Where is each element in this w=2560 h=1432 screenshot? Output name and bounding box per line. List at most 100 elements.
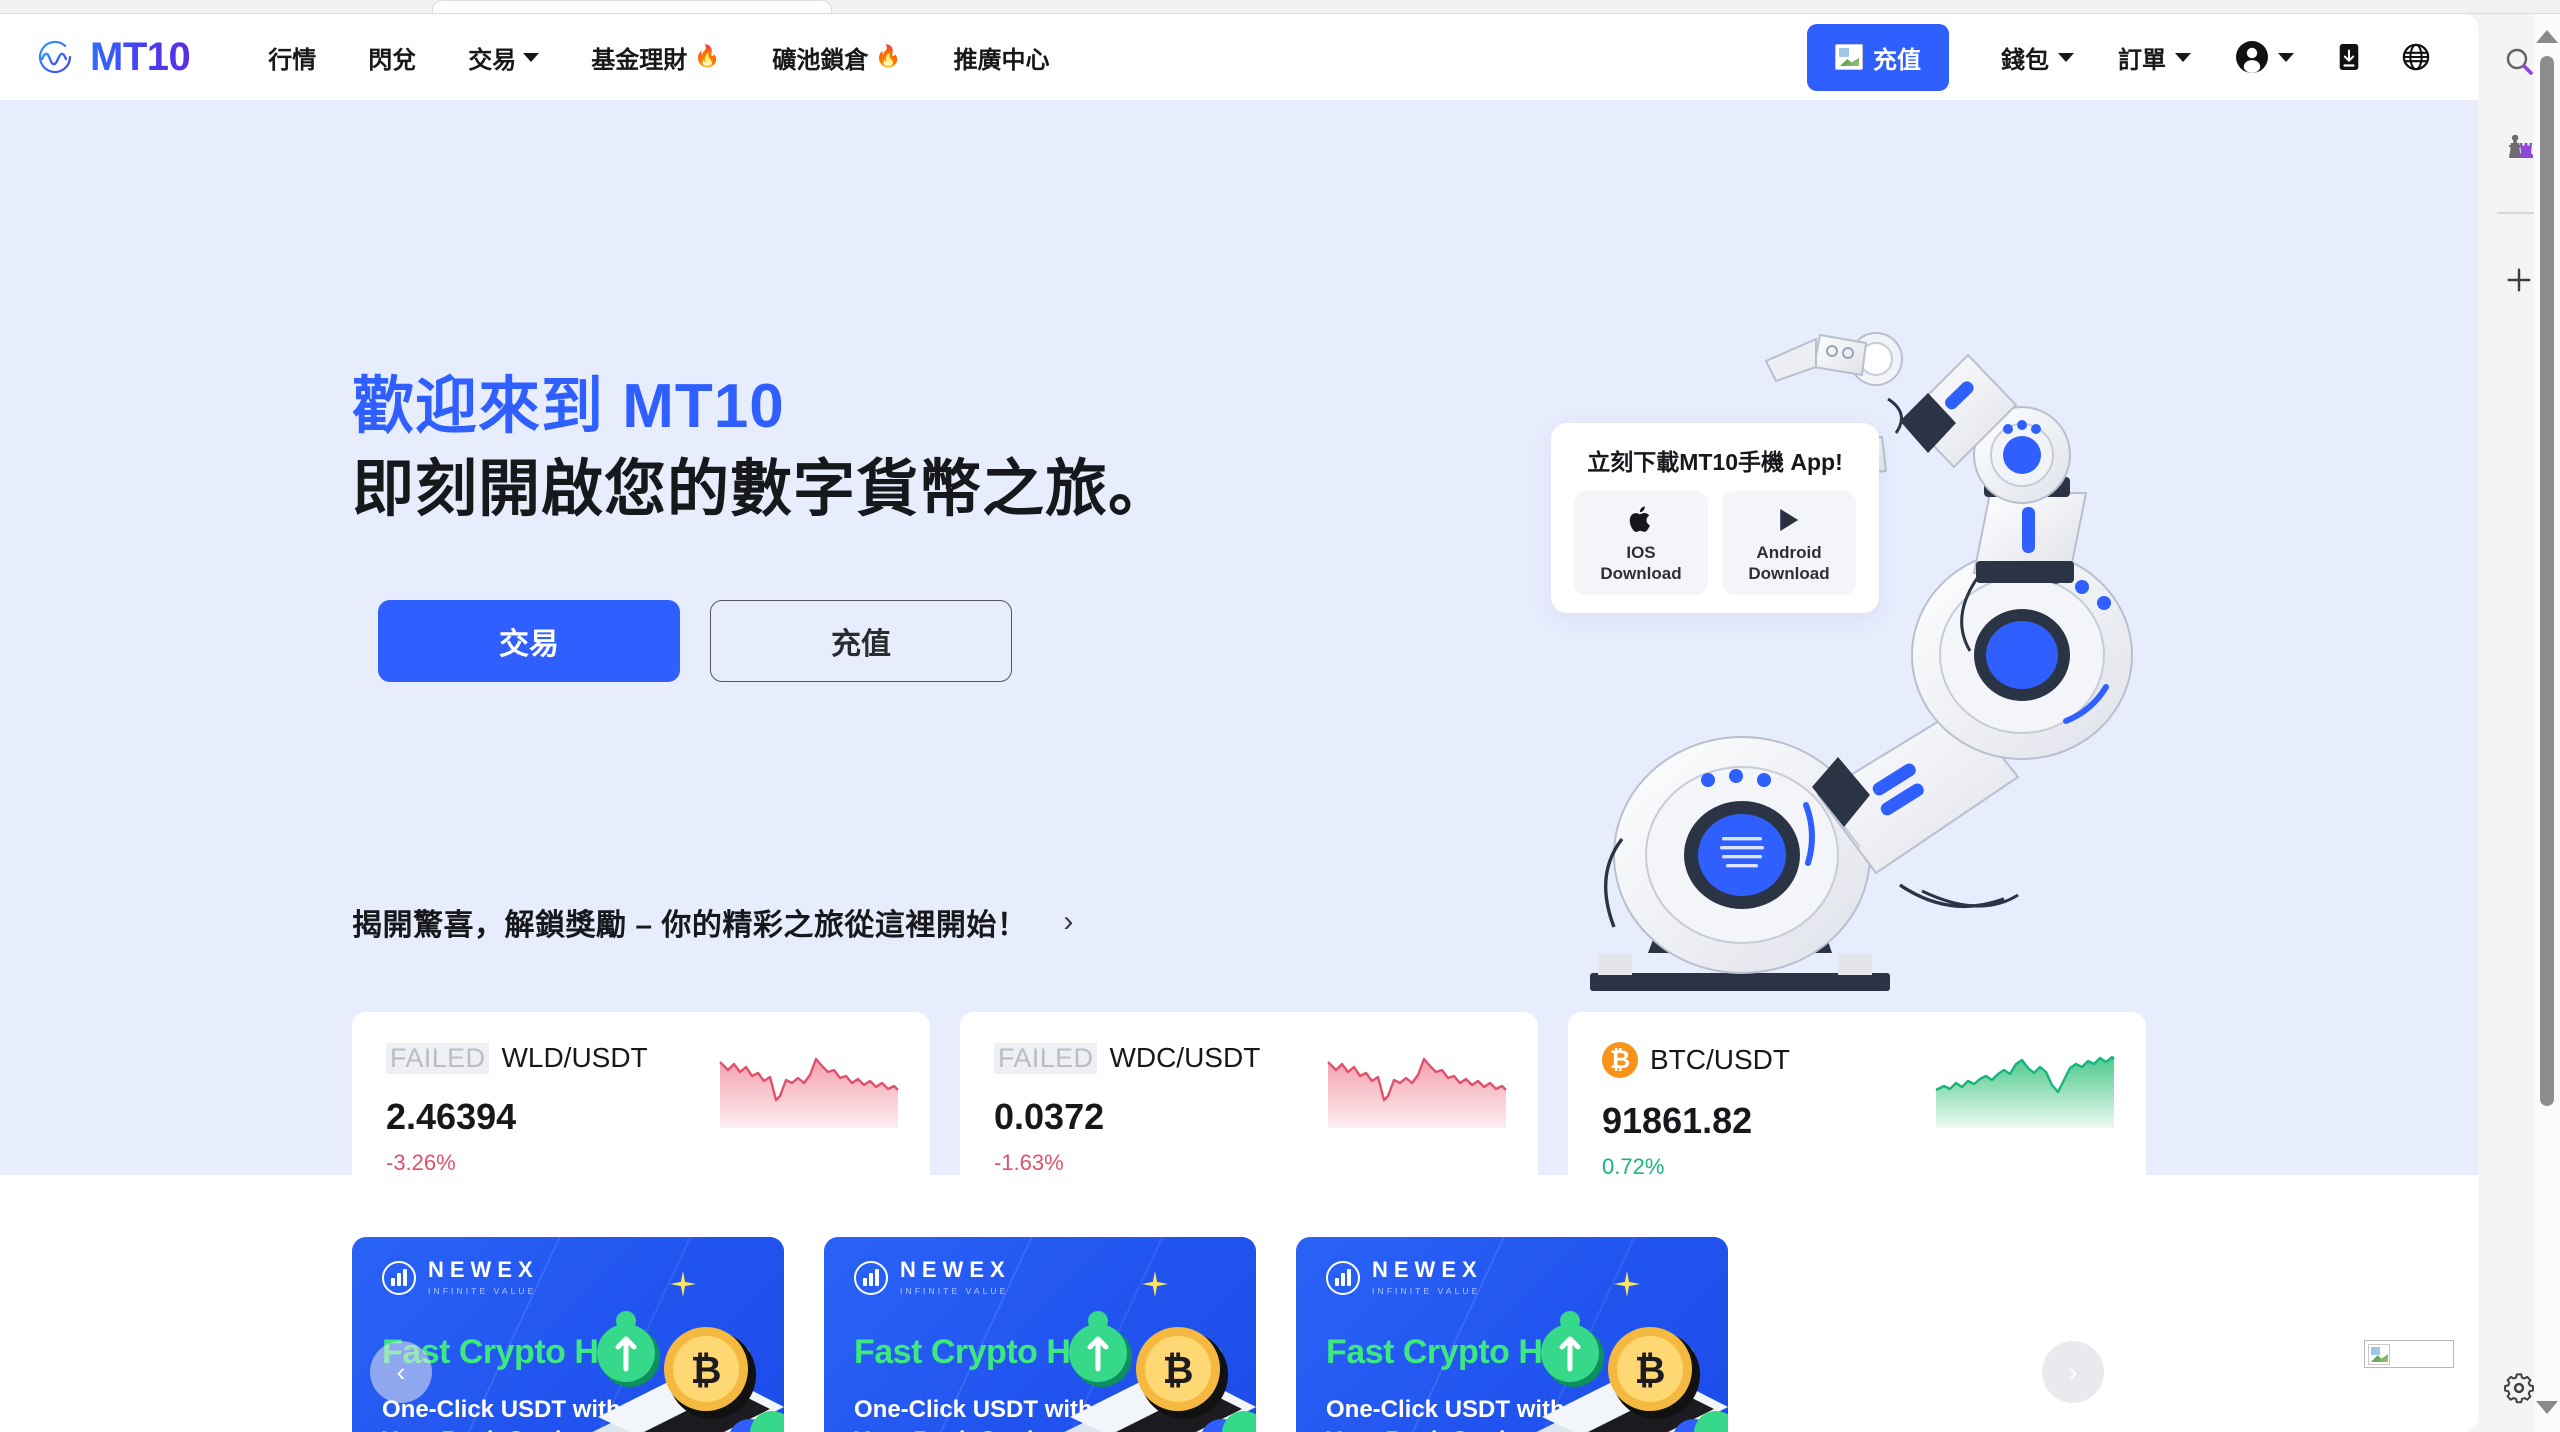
newex-logo: NEWEX INFINITE VALUE (854, 1259, 1011, 1296)
chevron-right-icon: › (1063, 905, 1074, 938)
wave-circle-icon (34, 36, 76, 78)
sparkline-chart (719, 1057, 899, 1128)
newex-logo: NEWEX INFINITE VALUE (382, 1259, 539, 1296)
ticker-card[interactable]: FAILED WDC/USDT 0.0372 -1.63% (960, 1012, 1538, 1175)
ticker-change: -1.63% (994, 1150, 1064, 1175)
crypto-card-illustration: ₿ (1536, 1324, 1728, 1432)
topup-button-label: 充值 (1873, 46, 1921, 74)
wallet-label: 錢包 (2001, 46, 2049, 74)
scroll-down-arrow[interactable] (2536, 1401, 2558, 1414)
browser-window: MT10 行情 閃兌 交易 基金理財 🔥 礦池鎖倉 🔥 推廣中心 充值 錢包 訂… (0, 0, 2560, 1432)
promo-banner-card[interactable]: NEWEX INFINITE VALUE Fast Crypto Hub One… (1296, 1237, 1728, 1432)
nav-item-mining-pool[interactable]: 礦池鎖倉 🔥 (746, 32, 927, 83)
orders-label: 訂單 (2118, 46, 2166, 74)
ticker-card[interactable]: ₿ BTC/USDT 91861.82 0.72% (1568, 1012, 2146, 1175)
hero-cta-group: 交易 充值 (378, 600, 1012, 682)
hero-trade-button[interactable]: 交易 (378, 600, 680, 682)
sparkline-chart (1327, 1057, 1507, 1128)
wallet-menu[interactable]: 錢包 (1979, 32, 2096, 83)
svg-text:₿: ₿ (691, 1350, 722, 1392)
bar-chart-circle-icon (1326, 1260, 1360, 1295)
scrollbar-thumb[interactable] (2540, 56, 2554, 1106)
svg-text:₿: ₿ (1163, 1350, 1194, 1392)
market-ticker-list: FAILED WLD/USDT 2.46394 -3.26% FAILED WD… (352, 1012, 2146, 1175)
page-scrollbar[interactable] (2534, 14, 2560, 1432)
fire-icon: 🔥 (694, 45, 721, 68)
android-download-button[interactable]: Android Download (1722, 491, 1856, 595)
chevron-down-icon (2278, 52, 2294, 62)
nav-label: 礦池鎖倉 (772, 46, 869, 74)
nav-item-promotion[interactable]: 推廣中心 (928, 32, 1076, 83)
ios-download-button[interactable]: IOS Download (1574, 491, 1708, 595)
hero-section: 歡迎來到 MT10 即刻開啟您的數字貨幣之旅。 交易 充值 揭開驚喜，解鎖獎勵 … (0, 100, 2478, 1175)
android-label-line2: Download (1748, 564, 1830, 583)
newex-name: NEWEX (428, 1257, 539, 1282)
crypto-card-illustration: ₿ (592, 1324, 784, 1432)
nav-item-market[interactable]: 行情 (242, 32, 342, 83)
promo-text: 揭開驚喜，解鎖獎勵 – 你的精彩之旅從這裡開始！ (352, 909, 1028, 942)
nav-item-swap[interactable]: 閃兌 (342, 32, 442, 83)
newex-tagline: INFINITE VALUE (900, 1286, 1009, 1296)
nav-label: 交易 (468, 46, 517, 74)
newex-tagline: INFINITE VALUE (428, 1286, 537, 1296)
ticker-pair: WDC/USDT (1109, 1042, 1261, 1073)
scroll-up-arrow[interactable] (2536, 30, 2558, 43)
promo-banner-card[interactable]: NEWEX INFINITE VALUE Fast Crypto Hub One… (352, 1237, 784, 1432)
carousel-prev-button[interactable]: ‹ (370, 1341, 432, 1403)
nav-links: 行情 閃兌 交易 基金理財 🔥 礦池鎖倉 🔥 推廣中心 (242, 32, 1075, 83)
app-download-card: 立刻下載MT10手機 App! IOS Download Android Dow… (1551, 423, 1879, 613)
newex-name: NEWEX (1372, 1257, 1483, 1282)
chevron-down-icon (523, 52, 540, 62)
brand-name: MT10 (90, 34, 191, 79)
nav-label: 基金理財 (591, 46, 688, 74)
hero-topup-button[interactable]: 充值 (710, 600, 1012, 682)
hero-title-secondary: 即刻開啟您的數字貨幣之旅。 (352, 455, 1172, 525)
broken-image-icon (1835, 44, 1863, 70)
promo-banner-link[interactable]: 揭開驚喜，解鎖獎勵 – 你的精彩之旅從這裡開始！ › (352, 900, 1073, 944)
chevron-down-icon (2175, 52, 2191, 62)
ticker-change: -3.26% (386, 1150, 456, 1175)
ticker-change: 0.72% (1602, 1154, 1665, 1175)
nav-label: 推廣中心 (953, 46, 1050, 74)
nav-item-trade[interactable]: 交易 (442, 32, 565, 83)
nav-item-fund[interactable]: 基金理財 🔥 (565, 32, 746, 83)
svg-text:₿: ₿ (1635, 1350, 1666, 1392)
nav-right-actions: 充值 錢包 訂單 (1807, 23, 2478, 91)
newex-name: NEWEX (900, 1257, 1011, 1282)
browser-chrome-strip (0, 0, 2560, 14)
globe-icon (2402, 43, 2430, 71)
chevron-down-icon (2058, 52, 2074, 62)
ios-label-line1: IOS (1626, 542, 1656, 562)
carousel-next-button[interactable]: › (2042, 1341, 2104, 1403)
orders-menu[interactable]: 訂單 (2096, 32, 2213, 83)
ticker-pair: WLD/USDT (501, 1042, 648, 1073)
broken-image-icon (2364, 1340, 2454, 1368)
ticker-pair: BTC/USDT (1650, 1044, 1790, 1075)
broken-image-icon: FAILED (386, 1042, 490, 1074)
download-app-button[interactable] (2316, 35, 2382, 79)
hero-title-primary: 歡迎來到 MT10 (352, 372, 785, 441)
hero-heading: 歡迎來到 MT10 即刻開啟您的數字貨幣之旅。 (352, 370, 1171, 528)
user-avatar-icon (2235, 40, 2269, 74)
apple-icon (1628, 502, 1655, 538)
download-icon (2339, 44, 2359, 70)
browser-tab-stub[interactable] (432, 0, 832, 13)
bar-chart-circle-icon (382, 1260, 416, 1295)
promo-carousel-section: NEWEX INFINITE VALUE Fast Crypto Hub One… (0, 1175, 2478, 1432)
ticker-card[interactable]: FAILED WLD/USDT 2.46394 -3.26% (352, 1012, 930, 1175)
fire-icon: 🔥 (875, 45, 902, 68)
bitcoin-icon: ₿ (1602, 1042, 1638, 1078)
topup-button[interactable]: 充值 (1807, 23, 1949, 91)
account-menu[interactable] (2213, 32, 2316, 82)
broken-image-icon: FAILED (994, 1042, 1098, 1074)
brand-logo[interactable]: MT10 (34, 34, 191, 80)
promo-banner-card[interactable]: NEWEX INFINITE VALUE Fast Crypto Hub One… (824, 1237, 1256, 1432)
android-label-line1: Android (1756, 542, 1822, 562)
site-navbar: MT10 行情 閃兌 交易 基金理財 🔥 礦池鎖倉 🔥 推廣中心 充值 錢包 訂… (0, 14, 2478, 100)
app-download-title: 立刻下載MT10手機 App! (1587, 449, 1843, 475)
language-button[interactable] (2382, 35, 2450, 79)
newex-logo: NEWEX INFINITE VALUE (1326, 1259, 1483, 1296)
bar-chart-circle-icon (854, 1260, 888, 1295)
play-store-icon (1775, 502, 1803, 538)
sparkline-chart (1935, 1055, 2115, 1128)
